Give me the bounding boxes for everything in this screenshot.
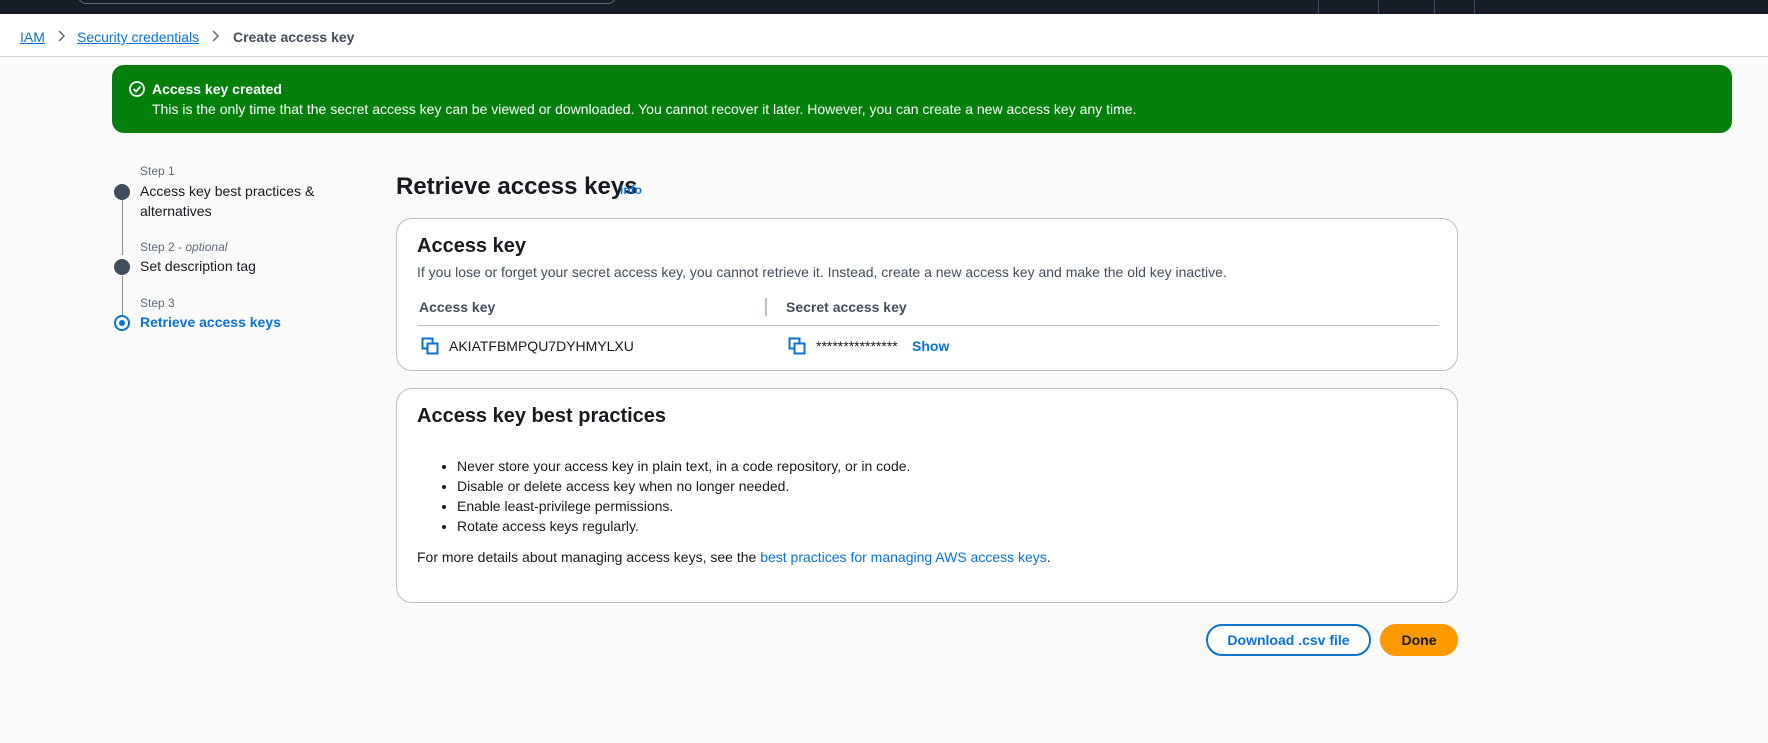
nav-divider (1318, 0, 1319, 14)
chevron-right-icon (55, 28, 69, 44)
secret-access-key-masked: *************** (816, 338, 898, 354)
breadcrumb-security-credentials-link[interactable]: Security credentials (77, 29, 199, 45)
best-practices-heading: Access key best practices (417, 405, 667, 427)
show-secret-key-link[interactable]: Show (912, 338, 949, 354)
step-2-indicator (114, 259, 130, 275)
step-2-number: Step 2 - optional (140, 240, 228, 254)
flash-title: Access key created (152, 81, 282, 97)
page-title: Retrieve access keys (396, 173, 638, 200)
best-practices-list: Never store your access key in plain tex… (457, 456, 910, 536)
nav-divider (1434, 0, 1435, 14)
best-practices-link[interactable]: best practices for managing AWS access k… (760, 549, 1047, 565)
step-3-indicator (114, 315, 130, 331)
done-button[interactable]: Done (1380, 624, 1458, 656)
step-connector (122, 198, 123, 255)
access-key-description: If you lose or forget your secret access… (417, 264, 1227, 280)
access-key-container: Access key If you lose or forget your se… (396, 218, 1458, 371)
nav-divider (1378, 0, 1379, 14)
top-navigation-bar (0, 0, 1768, 14)
nav-divider (1474, 0, 1475, 14)
step-1-indicator (114, 184, 130, 200)
access-key-heading: Access key (417, 235, 526, 257)
success-flashbar: Access key created This is the only time… (112, 65, 1732, 133)
list-item: Enable least-privilege permissions. (457, 496, 910, 516)
column-divider (765, 298, 767, 316)
breadcrumb: IAM Security credentials Create access k… (0, 14, 1768, 57)
breadcrumb-iam-link[interactable]: IAM (20, 29, 45, 45)
step-1-number: Step 1 (140, 164, 175, 178)
list-item: Rotate access keys regularly. (457, 516, 910, 536)
table-header-divider (417, 325, 1439, 326)
chevron-right-icon (209, 28, 223, 44)
global-search-input[interactable] (78, 0, 616, 4)
access-key-id: AKIATFBMPQU7DYHMYLXU (449, 338, 634, 354)
check-circle-icon (128, 80, 146, 98)
copy-secret-key-icon[interactable] (788, 337, 806, 355)
step-2-label[interactable]: Set description tag (140, 256, 330, 276)
copy-access-key-icon[interactable] (421, 337, 439, 355)
more-details-text: For more details about managing access k… (417, 549, 1051, 565)
breadcrumb-current: Create access key (233, 29, 355, 45)
list-item: Never store your access key in plain tex… (457, 456, 910, 476)
flash-message: This is the only time that the secret ac… (152, 101, 1137, 117)
best-practices-container: Access key best practices Never store yo… (396, 388, 1458, 603)
column-header-access-key: Access key (419, 299, 496, 315)
step-3-number: Step 3 (140, 296, 175, 310)
info-link[interactable]: Info (620, 183, 642, 197)
step-1-label[interactable]: Access key best practices & alternatives (140, 181, 330, 221)
step-2-optional: optional (185, 240, 228, 254)
download-csv-button[interactable]: Download .csv file (1206, 624, 1371, 656)
column-header-secret-access-key: Secret access key (786, 299, 907, 315)
list-item: Disable or delete access key when no lon… (457, 476, 910, 496)
step-3-label: Retrieve access keys (140, 314, 281, 330)
